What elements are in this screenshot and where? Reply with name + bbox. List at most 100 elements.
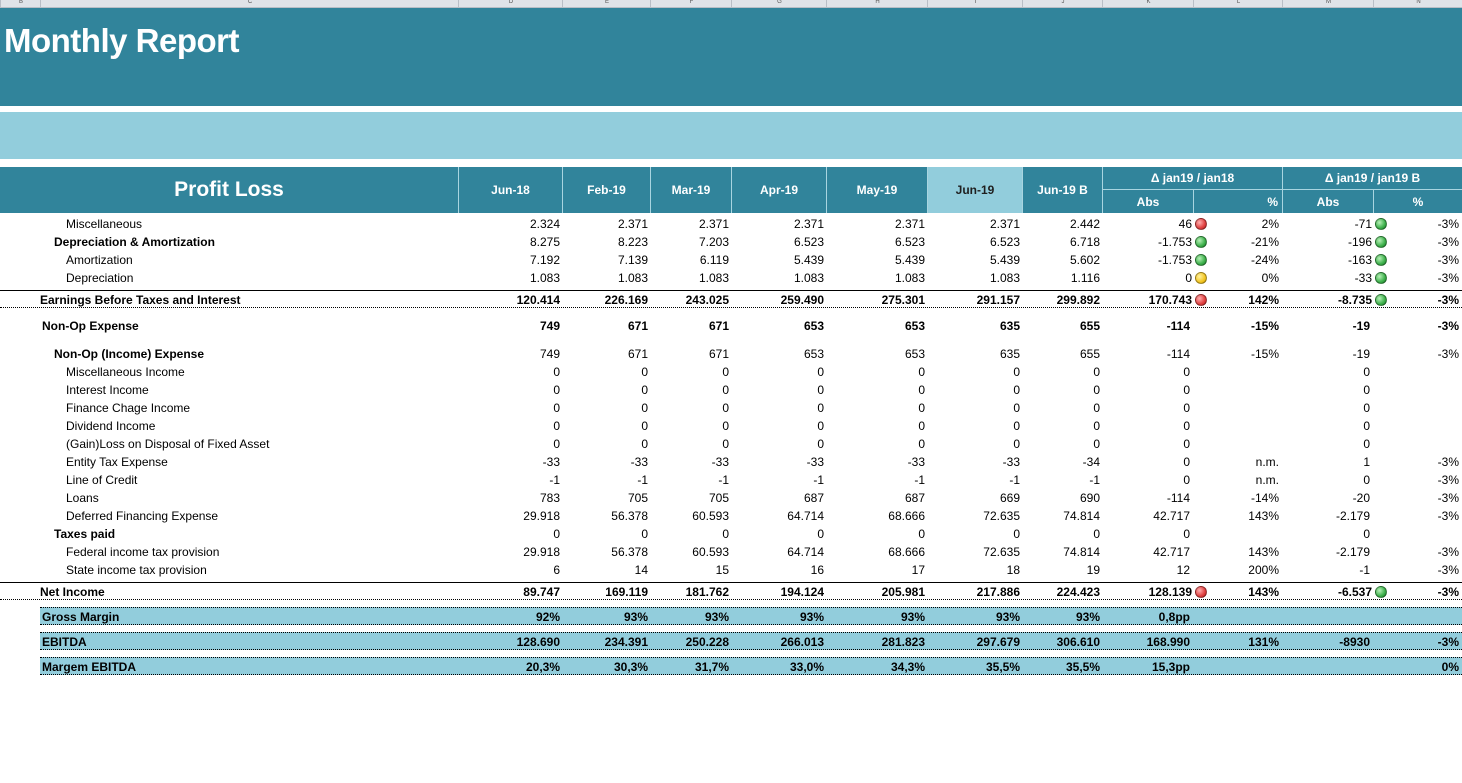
table-row[interactable]: Taxes paid 0 0 0 0 0 0 0 0 0 bbox=[0, 525, 1462, 543]
column-letter[interactable]: K bbox=[1102, 0, 1194, 7]
column-letter[interactable]: B bbox=[0, 0, 41, 7]
value-cell: 217.886 bbox=[976, 585, 1020, 599]
green-status-indicator-icon bbox=[1375, 294, 1387, 306]
value-cell: -34 bbox=[1082, 455, 1100, 469]
value-cell: 0 bbox=[641, 527, 648, 541]
abs-delta-value: 0 bbox=[1363, 473, 1370, 487]
abs-delta-value: -1 bbox=[1359, 563, 1370, 577]
value-cell: 0 bbox=[918, 527, 925, 541]
value-cell: 0 bbox=[1013, 527, 1020, 541]
column-letter[interactable]: F bbox=[650, 0, 732, 7]
pct-delta-cell: -3% bbox=[1437, 271, 1459, 285]
value-cell: 6 bbox=[553, 563, 560, 577]
table-row[interactable]: State income tax provision 6 14 15 16 17 18 19 1… bbox=[0, 561, 1462, 579]
row-label: Dividend Income bbox=[66, 419, 156, 433]
column-letter[interactable]: E bbox=[562, 0, 651, 7]
column-letter[interactable]: N bbox=[1373, 0, 1462, 7]
value-cell: -33 bbox=[907, 455, 925, 469]
abs-delta-cell: 0 bbox=[1185, 269, 1207, 287]
pct-delta-cell: -3% bbox=[1437, 545, 1459, 559]
value-cell: 56.378 bbox=[611, 509, 648, 523]
table-row[interactable]: Federal income tax provision 29.918 56.378… bbox=[0, 543, 1462, 561]
abs-delta-cell: 46 bbox=[1179, 215, 1207, 233]
pct-delta-cell: -3% bbox=[1437, 635, 1459, 649]
value-cell: 1.083 bbox=[894, 271, 925, 285]
column-letter[interactable]: L bbox=[1193, 0, 1283, 7]
abs-delta-value: 0 bbox=[1183, 401, 1190, 415]
table-row[interactable]: Line of Credit -1 -1 -1 -1 -1 -1 -1 0 0 n.m. -3% bbox=[0, 471, 1462, 489]
value-cell: 1.083 bbox=[698, 271, 729, 285]
column-letter[interactable]: D bbox=[458, 0, 563, 7]
month-header: Jun-18 bbox=[458, 167, 562, 213]
table-row[interactable]: Non-Op Expense 749 671 671 653 653 635 655 -114 -… bbox=[0, 317, 1462, 335]
value-cell: -1 bbox=[637, 473, 648, 487]
value-cell: 0 bbox=[722, 401, 729, 415]
value-cell: 169.119 bbox=[605, 585, 648, 599]
abs-delta-value: -114 bbox=[1166, 319, 1190, 333]
table-row[interactable]: Miscellaneous Income 0 0 0 0 0 0 0 0 0 bbox=[0, 363, 1462, 381]
abs-delta-cell: 0,8pp bbox=[1159, 608, 1190, 626]
column-letter[interactable]: H bbox=[826, 0, 928, 7]
value-cell: 671 bbox=[708, 319, 729, 333]
value-cell: -33 bbox=[806, 455, 824, 469]
column-letter[interactable]: J bbox=[1022, 0, 1103, 7]
abs-delta-cell: -114 bbox=[1167, 317, 1190, 335]
value-cell: 5.439 bbox=[989, 253, 1020, 267]
table-row[interactable]: Entity Tax Expense -33 -33 -33 -33 -33 -33 -34 0… bbox=[0, 453, 1462, 471]
table-row[interactable]: Finance Chage Income 0 0 0 0 0 0 0 0 0 bbox=[0, 399, 1462, 417]
value-cell: 205.981 bbox=[881, 585, 925, 599]
table-row[interactable]: Interest Income 0 0 0 0 0 0 0 0 0 bbox=[0, 381, 1462, 399]
column-letter[interactable]: G bbox=[731, 0, 827, 7]
abs-delta-value: -2.179 bbox=[1335, 509, 1370, 523]
red-status-indicator-icon bbox=[1195, 218, 1207, 230]
value-cell: 266.013 bbox=[780, 635, 824, 649]
table-row[interactable]: Margem EBITDA 20,3% 30,3% 31,7% 33,0% 34,3% 35… bbox=[40, 657, 1462, 675]
row-label: Miscellaneous Income bbox=[66, 365, 185, 379]
table-row[interactable]: Amortization 7.192 7.139 6.119 5.439 5.439 5.4… bbox=[0, 251, 1462, 269]
column-letter[interactable]: C bbox=[40, 0, 459, 7]
abs-header: Abs bbox=[1102, 190, 1193, 213]
green-status-indicator-icon bbox=[1195, 254, 1207, 266]
abs-delta-value: -2.179 bbox=[1335, 545, 1370, 559]
table-row[interactable]: Dividend Income 0 0 0 0 0 0 0 0 0 bbox=[0, 417, 1462, 435]
value-cell: 635 bbox=[999, 347, 1020, 361]
value-cell: 653 bbox=[904, 319, 925, 333]
abs-delta-cell: 0 bbox=[1183, 399, 1190, 417]
value-cell: 72.635 bbox=[983, 545, 1020, 559]
column-letter[interactable]: M bbox=[1282, 0, 1374, 7]
value-cell: 29.918 bbox=[523, 545, 560, 559]
table-row[interactable]: Net Income 89.747 169.119 181.762 194.124 205… bbox=[0, 582, 1462, 600]
value-cell: 7.139 bbox=[617, 253, 648, 267]
table-row[interactable]: Miscellaneous 2.324 2.371 2.371 2.371 2.371 2.… bbox=[0, 215, 1462, 233]
row-label: Interest Income bbox=[66, 383, 149, 397]
value-cell: 68.666 bbox=[888, 509, 925, 523]
value-cell: 0 bbox=[722, 365, 729, 379]
table-row[interactable]: (Gain)Loss on Disposal of Fixed Asset 0 0 0… bbox=[0, 435, 1462, 453]
abs-delta-cell: 0 bbox=[1363, 471, 1370, 489]
value-cell: 93% bbox=[799, 610, 824, 624]
table-row[interactable]: Gross Margin 92% 93% 93% 93% 93% 93% 93% 0,8pp bbox=[40, 607, 1462, 625]
value-cell: 19 bbox=[1086, 563, 1100, 577]
table-row[interactable]: Depreciation & Amortization 8.275 8.223 7.2… bbox=[0, 233, 1462, 251]
abs-delta-value: 0,8pp bbox=[1158, 610, 1190, 624]
table-row[interactable]: Earnings Before Taxes and Interest 120.41… bbox=[0, 290, 1462, 308]
abs-delta-value: 0 bbox=[1183, 527, 1190, 541]
value-cell: -1 bbox=[549, 473, 560, 487]
value-cell: 92% bbox=[535, 610, 560, 624]
abs-delta-value: -114 bbox=[1166, 491, 1190, 505]
value-cell: 15 bbox=[715, 563, 729, 577]
value-cell: 0 bbox=[1093, 527, 1100, 541]
value-cell: 0 bbox=[641, 419, 648, 433]
row-label: Earnings Before Taxes and Interest bbox=[40, 293, 241, 307]
column-letter[interactable]: I bbox=[927, 0, 1023, 7]
pct-delta-cell: 2% bbox=[1261, 217, 1279, 231]
table-row[interactable]: EBITDA 128.690 234.391 250.228 266.013 281.82… bbox=[40, 632, 1462, 650]
table-row[interactable]: Deferred Financing Expense 29.918 56.378 60… bbox=[0, 507, 1462, 525]
table-row[interactable]: Non-Op (Income) Expense 749 671 671 653 653 63… bbox=[0, 345, 1462, 363]
table-row[interactable]: Loans 783 705 705 687 687 669 690 -114 -20 -14% -3% bbox=[0, 489, 1462, 507]
abs-delta-cell: 0 bbox=[1363, 417, 1370, 435]
table-row[interactable]: Depreciation 1.083 1.083 1.083 1.083 1.083 1.0… bbox=[0, 269, 1462, 287]
spreadsheet-column-header[interactable]: BCDEFGHIJKLMN bbox=[0, 0, 1462, 8]
value-cell: 93% bbox=[1075, 610, 1100, 624]
value-cell: 93% bbox=[623, 610, 648, 624]
